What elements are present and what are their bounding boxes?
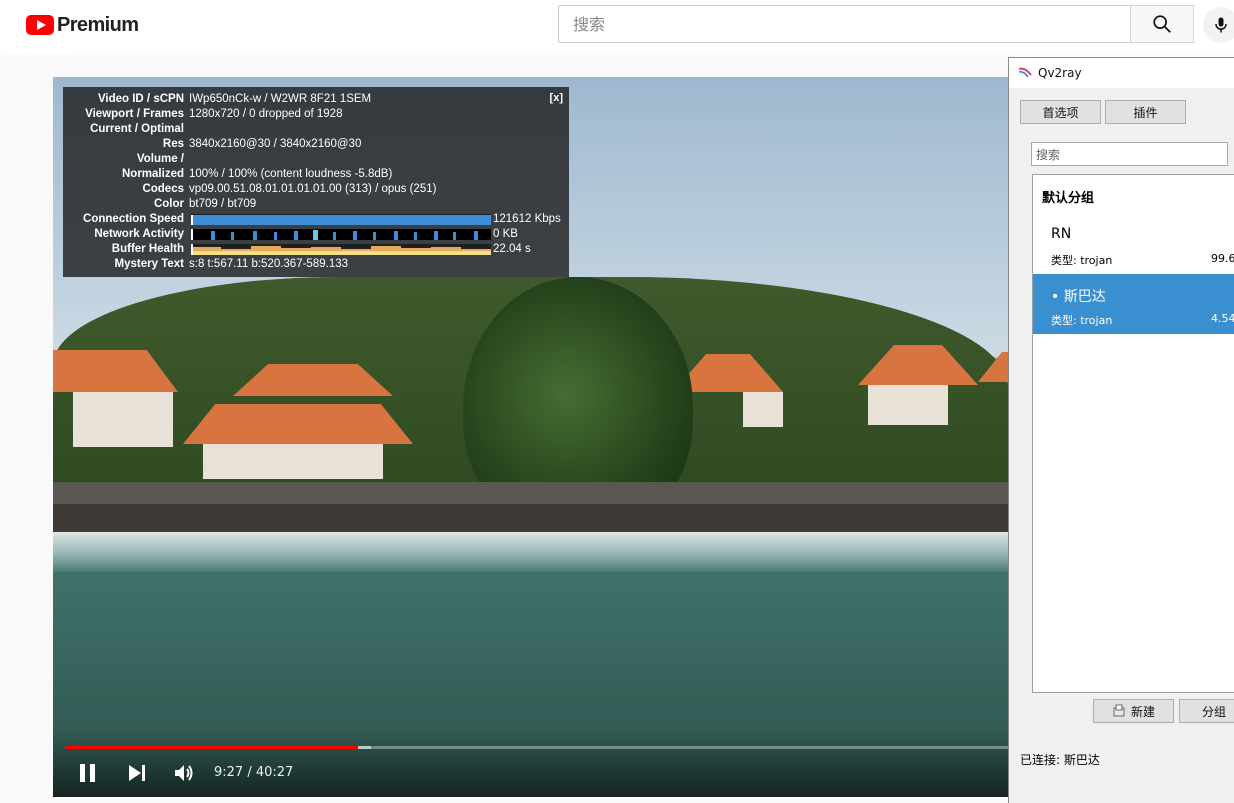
stat-label: Buffer Health: [111, 243, 184, 255]
connection-name: RN: [1051, 226, 1072, 242]
connection-type: 类型: trojan: [1051, 314, 1113, 327]
stat-value: IWp650nCk-w / W2WR 8F21 1SEM: [189, 93, 372, 105]
villa-roof: [183, 404, 413, 444]
new-document-icon: [1113, 704, 1125, 717]
new-connection-button[interactable]: 新建: [1093, 699, 1174, 723]
stat-value: bt709 / bt709: [189, 198, 257, 210]
video-player[interactable]: [x] Video ID / sCPN IWp650nCk-w / W2WR 8…: [53, 77, 1008, 797]
villa-wall: [743, 392, 783, 427]
plugins-button[interactable]: 插件: [1105, 100, 1186, 124]
stats-for-nerds-panel: [x] Video ID / sCPN IWp650nCk-w / W2WR 8…: [63, 87, 569, 277]
qv2ray-window: Qv2ray 首选项 插件 默认分组 RN 类型: trojan 99.68 •…: [1008, 57, 1234, 803]
youtube-header: Premium: [0, 0, 1234, 53]
connection-item-sparta[interactable]: • 斯巴达 类型: trojan 4.54: [1033, 274, 1234, 334]
group-header[interactable]: 默认分组: [1042, 187, 1094, 206]
connection-item-rn[interactable]: RN 类型: trojan 99.68: [1033, 214, 1234, 274]
youtube-premium-logo[interactable]: Premium: [26, 13, 139, 37]
stat-value: 121612 Kbps: [493, 213, 561, 225]
search-icon: [1153, 15, 1171, 33]
video-frame-beach: [53, 504, 1008, 534]
stat-label: Viewport / Frames: [85, 108, 184, 120]
stat-value: 22.04 s: [493, 243, 531, 255]
connection-type: 类型: trojan: [1051, 254, 1113, 267]
connection-name: • 斯巴达: [1051, 289, 1106, 305]
search-input[interactable]: [571, 6, 1115, 42]
next-button[interactable]: [126, 760, 148, 786]
progress-bar[interactable]: [65, 746, 1008, 749]
microphone-icon: [1215, 17, 1227, 33]
connection-status: 已连接: 斯巴达: [1020, 753, 1100, 767]
connection-speed-graph: [191, 214, 491, 225]
progress-played: [65, 746, 359, 749]
stat-value: 1280x720 / 0 dropped of 1928: [189, 108, 343, 120]
stat-value: s:8 t:567.11 b:520.367-589.133: [189, 258, 349, 270]
stats-close-button[interactable]: [x]: [550, 92, 563, 104]
stat-value: 3840x2160@30 / 3840x2160@30: [189, 138, 362, 150]
group-button[interactable]: 分组: [1179, 699, 1234, 723]
buffer-health-graph: [191, 244, 491, 255]
voice-search-button[interactable]: [1203, 7, 1234, 43]
volume-icon: [175, 765, 193, 781]
connection-list[interactable]: 默认分组 RN 类型: trojan 99.68 • 斯巴达 类型: troja…: [1032, 174, 1234, 693]
network-activity-graph: [191, 229, 491, 240]
youtube-play-logo-icon: [26, 15, 54, 35]
skip-next-icon: [129, 765, 145, 781]
stat-label: Network Activity: [94, 228, 184, 240]
connection-latency: 99.68: [1211, 252, 1234, 265]
villa-wall: [73, 392, 173, 447]
search-box[interactable]: [558, 5, 1130, 43]
logo-text: Premium: [57, 13, 139, 36]
volume-button[interactable]: [173, 760, 195, 786]
controls-gradient: [53, 730, 1008, 797]
stat-value: vp09.00.51.08.01.01.01.01.00 (313) / opu…: [189, 183, 437, 195]
preferences-button[interactable]: 首选项: [1020, 100, 1101, 124]
stat-label: Color: [153, 198, 184, 210]
stat-value: 100% / 100% (content loudness -5.8dB): [189, 168, 393, 180]
connection-latency: 4.54: [1211, 312, 1234, 325]
villa-wall: [203, 444, 383, 479]
stat-label: Mystery Text: [114, 258, 184, 270]
search-button[interactable]: [1130, 5, 1194, 43]
stat-label: Video ID / sCPN: [97, 93, 184, 105]
new-button-label: 新建: [1130, 704, 1155, 719]
stat-label: Current / Optimal: [90, 123, 184, 135]
video-frame-seawall: [53, 482, 1008, 504]
stat-label: Normalized: [122, 168, 184, 180]
pause-button[interactable]: [77, 760, 99, 786]
time-display: 9:27 / 40:27: [214, 765, 294, 780]
villa-wall: [868, 385, 948, 425]
connection-search-input[interactable]: [1034, 144, 1218, 166]
qv2ray-app-icon: [1018, 67, 1032, 78]
qv2ray-title: Qv2ray: [1038, 66, 1082, 80]
stat-label: Codecs: [142, 183, 184, 195]
connection-search-box[interactable]: [1031, 142, 1228, 166]
pause-icon: [80, 764, 95, 782]
stat-label: Volume /: [136, 153, 184, 165]
stat-value: 0 KB: [493, 228, 518, 240]
stat-label: Res: [162, 138, 184, 150]
stat-label: Connection Speed: [83, 213, 184, 225]
video-frame-surf: [53, 532, 1008, 572]
qv2ray-titlebar[interactable]: Qv2ray: [1009, 58, 1234, 88]
